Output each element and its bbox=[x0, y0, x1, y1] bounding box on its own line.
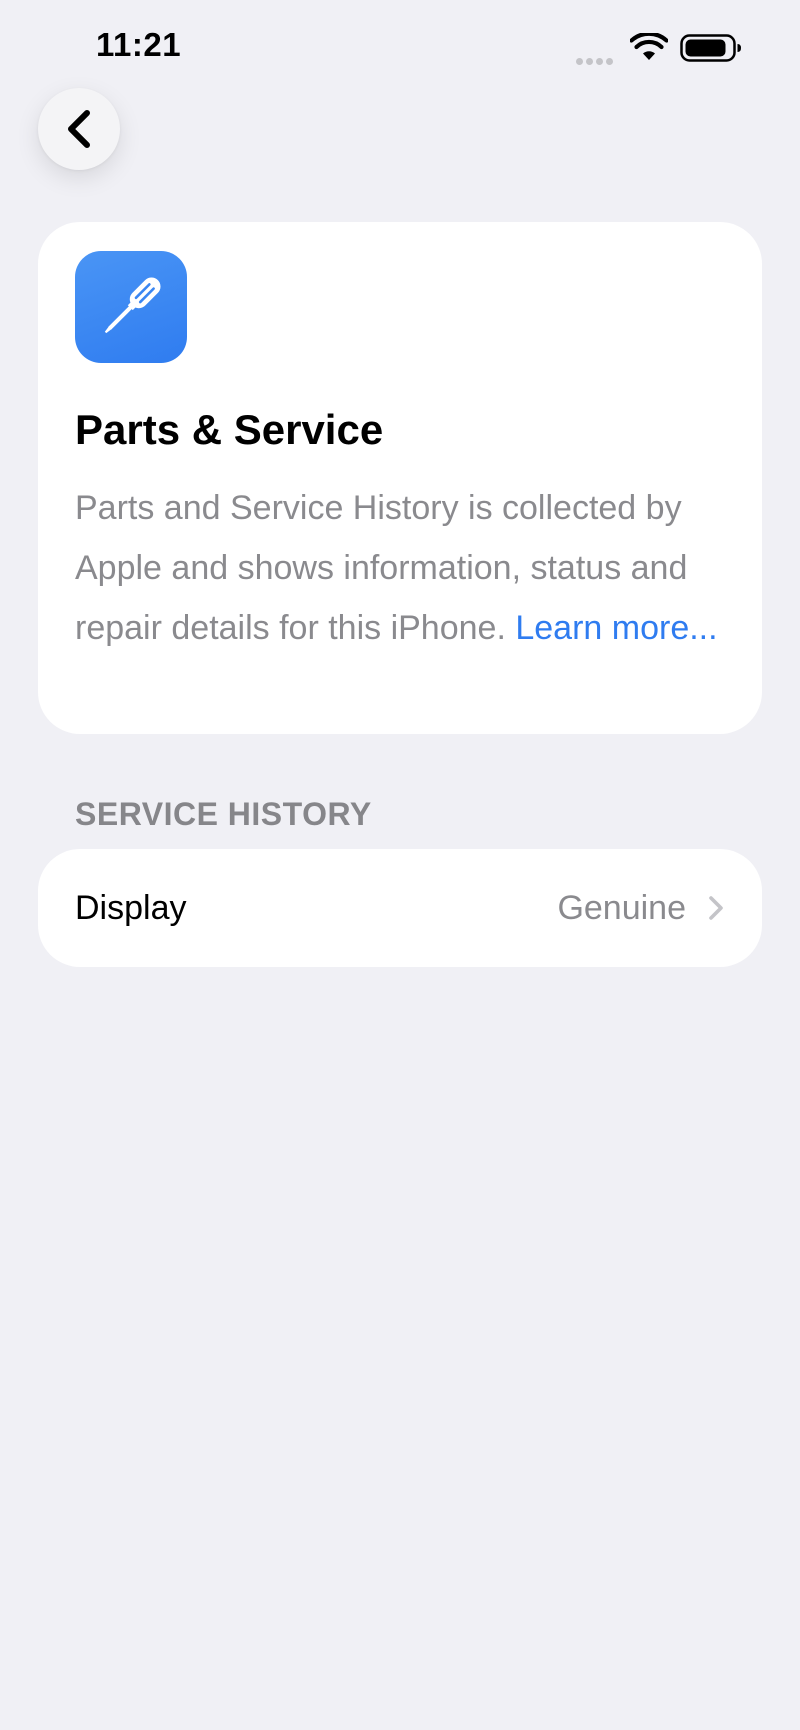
status-time: 11:21 bbox=[96, 26, 182, 63]
row-value: Genuine bbox=[557, 889, 686, 927]
parts-service-app-icon bbox=[75, 251, 187, 363]
service-history-list: Display Genuine bbox=[38, 849, 762, 967]
chevron-right-icon bbox=[709, 896, 723, 920]
wifi-icon bbox=[630, 33, 668, 60]
battery-icon bbox=[680, 34, 741, 62]
page-title: Parts & Service bbox=[75, 406, 384, 453]
status-bar: 11:21 bbox=[0, 0, 800, 90]
service-history-row-display[interactable]: Display Genuine bbox=[38, 849, 762, 967]
description-text: Parts and Service History is collected b… bbox=[75, 478, 735, 658]
section-header-service-history: SERVICE HISTORY bbox=[75, 796, 372, 832]
screwdriver-icon bbox=[104, 277, 161, 334]
chevron-left-icon bbox=[68, 110, 90, 148]
info-card: Parts & Service Parts and Service Histor… bbox=[38, 222, 762, 734]
back-button[interactable] bbox=[38, 88, 120, 170]
cellular-signal-icon bbox=[576, 52, 620, 65]
row-label: Display bbox=[75, 889, 187, 927]
learn-more-link[interactable]: Learn more... bbox=[515, 609, 717, 647]
